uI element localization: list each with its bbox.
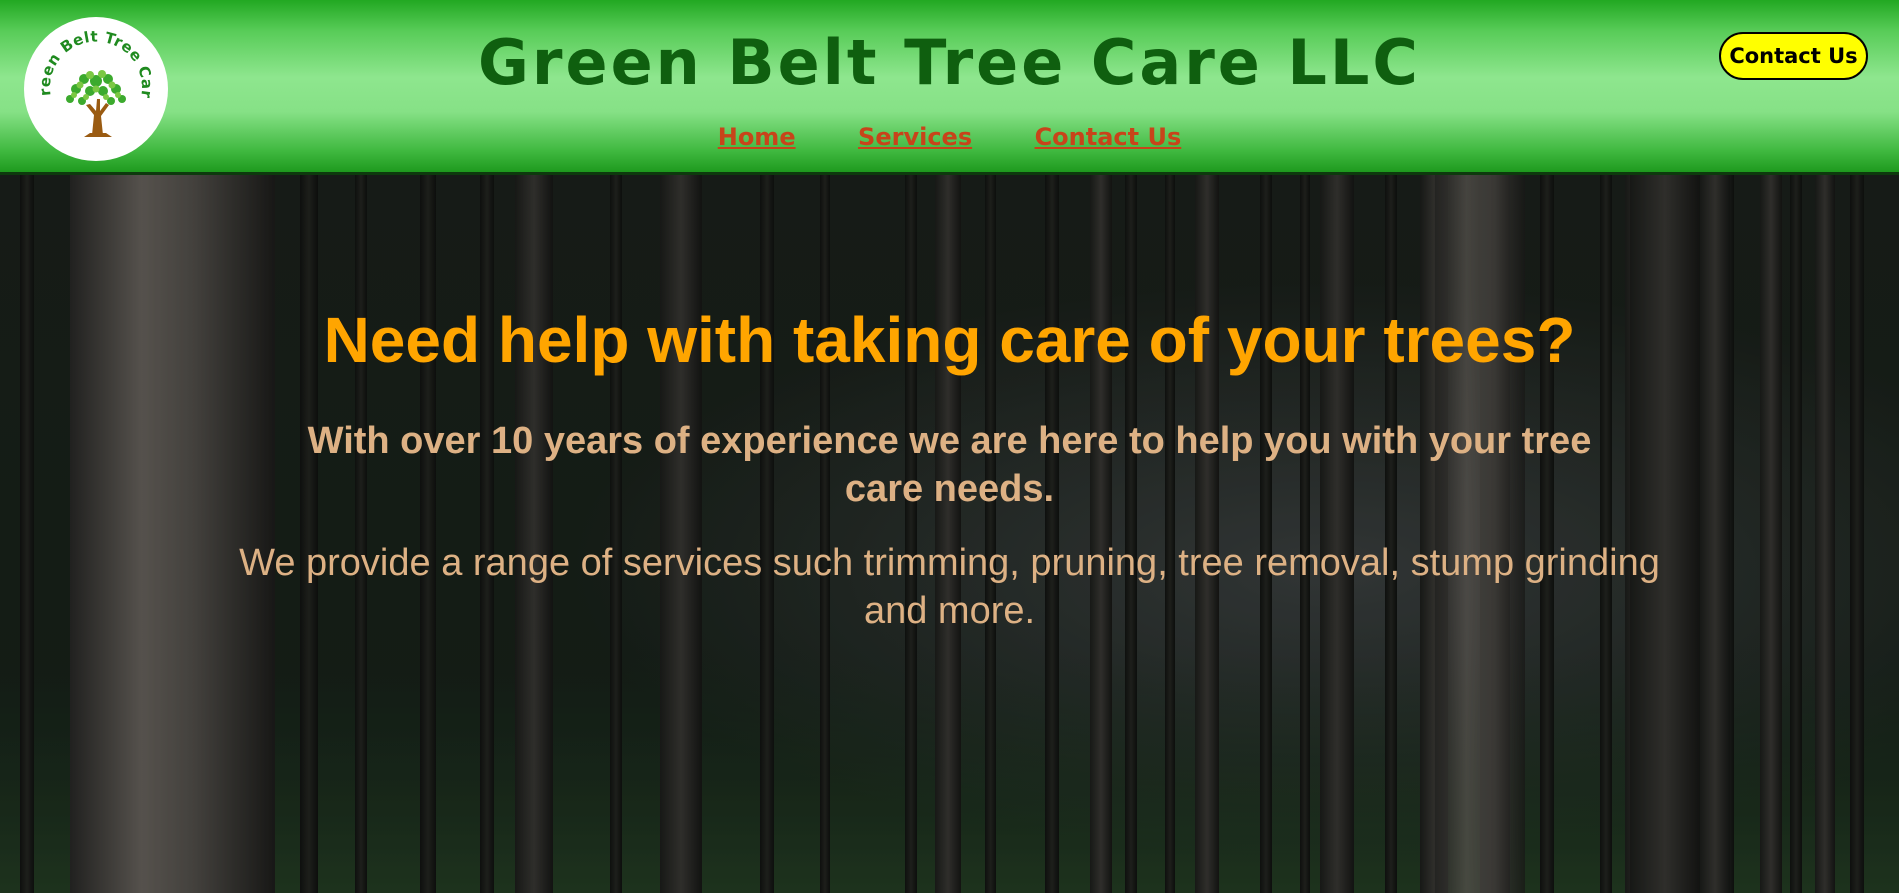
hero-subheading: With over 10 years of experience we are …: [307, 420, 1592, 510]
nav-link-contact-us[interactable]: Contact Us: [1035, 123, 1182, 151]
hero-heading: Need help with taking care of your trees…: [323, 304, 1576, 376]
site-title: Green Belt Tree Care LLC: [478, 26, 1421, 99]
forest-background-image: [0, 175, 1899, 893]
hero-services-text: We provide a range of services such trim…: [239, 542, 1660, 632]
main-nav: Home Services Contact Us: [0, 123, 1899, 151]
hero-section: Need help with taking care of your trees…: [0, 175, 1899, 893]
nav-link-home[interactable]: Home: [718, 123, 796, 151]
contact-us-button[interactable]: Contact Us: [1719, 32, 1868, 80]
nav-link-services[interactable]: Services: [858, 123, 972, 151]
site-header: Green Belt Tree Care: [0, 0, 1899, 175]
